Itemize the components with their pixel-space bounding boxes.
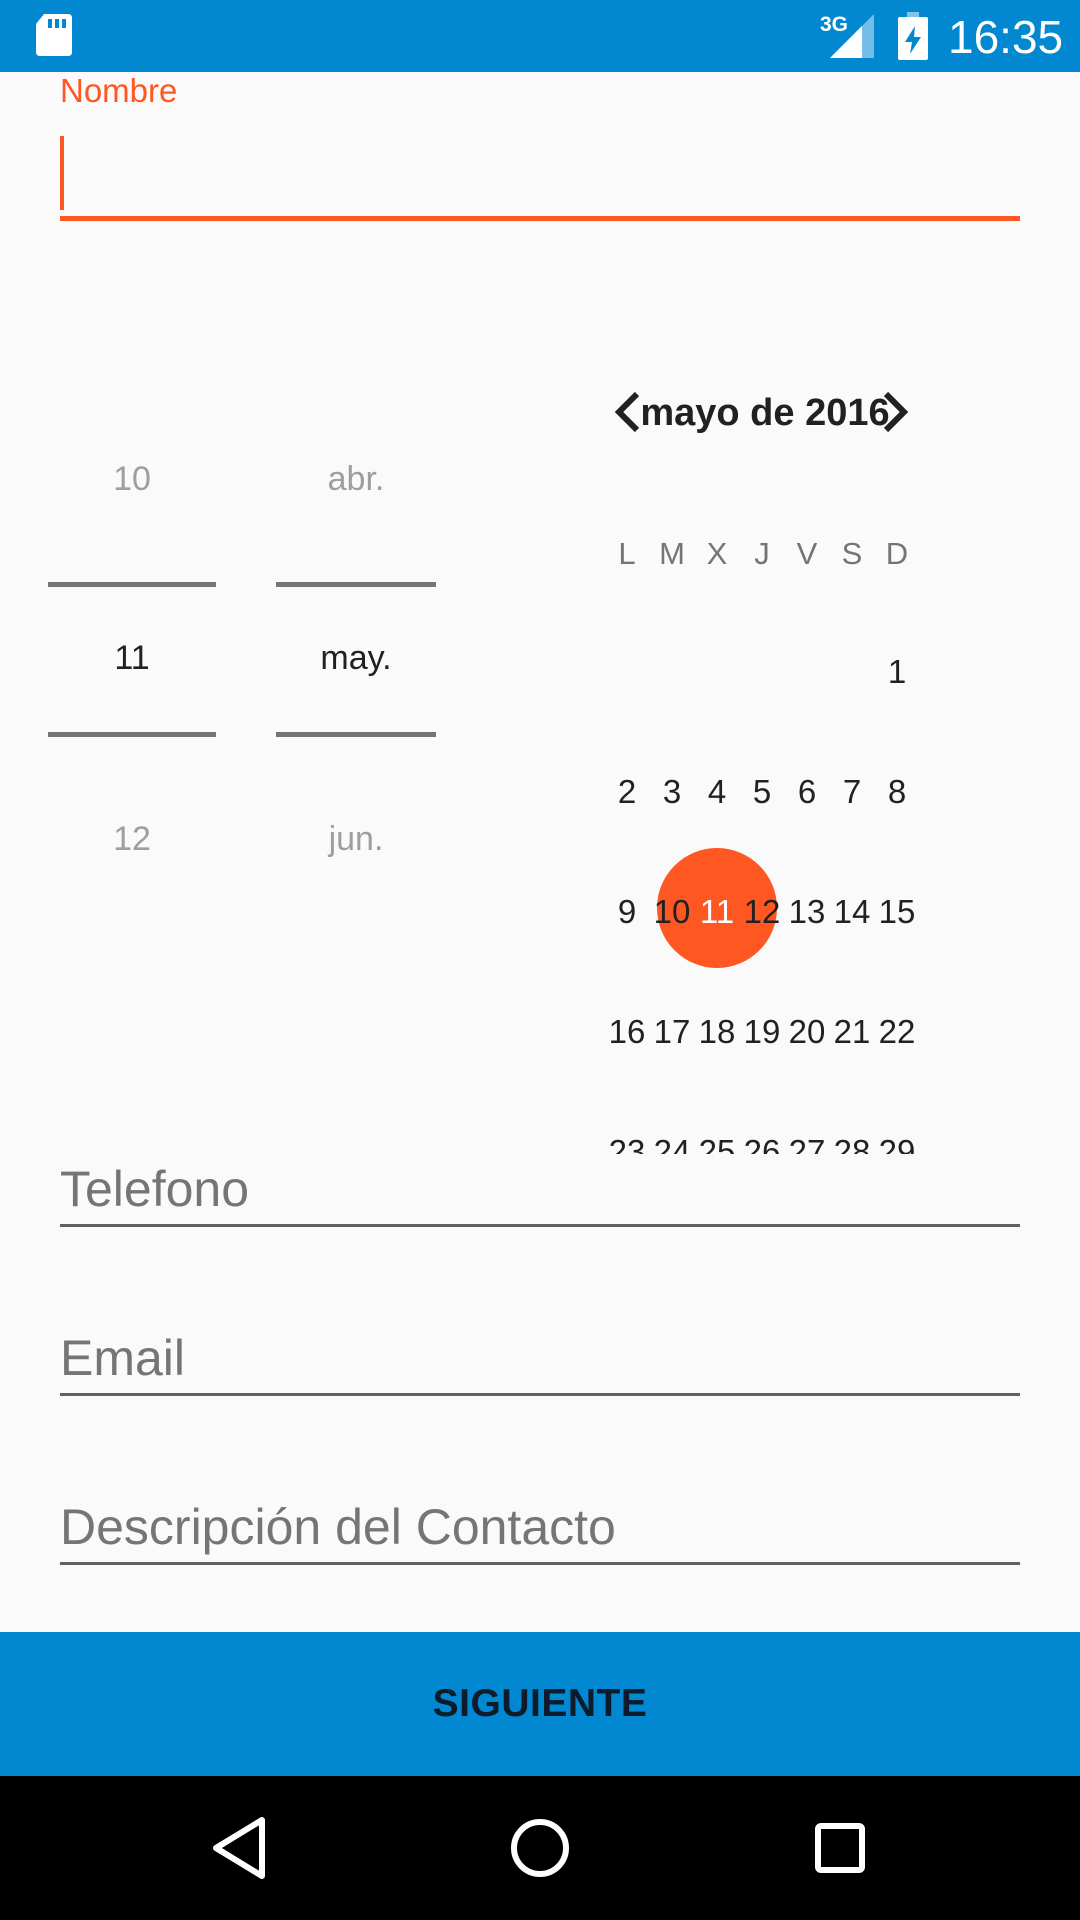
calendar-day[interactable]: 5 (739, 773, 785, 811)
spinner-month-prev[interactable]: abr. (276, 460, 436, 499)
signal-icon (830, 14, 874, 58)
clock: 16:35 (948, 11, 1064, 63)
calendar-day[interactable]: 21 (829, 1013, 875, 1051)
sd-card-icon (36, 14, 72, 56)
navigation-bar (0, 1776, 1080, 1920)
calendar-view: mayo de 2016 L M X J V S D 1 2 3 4 5 6 7 8 9 10 11 12 13 14 1… (600, 372, 930, 1154)
spinner-day-prev[interactable]: 10 (48, 460, 216, 499)
descripcion-field[interactable] (60, 1462, 1020, 1565)
calendar-day[interactable]: 6 (784, 773, 830, 811)
calendar-day[interactable]: 4 (694, 773, 740, 811)
weekday-header: X (706, 536, 728, 571)
spinner-divider (48, 732, 216, 737)
contact-form: Nombre 10 11 12 abr. may. jun. mayo de 2… (0, 72, 1080, 1632)
email-input[interactable] (60, 1329, 1020, 1387)
nombre-input[interactable] (60, 136, 1020, 221)
home-icon[interactable] (502, 1810, 578, 1886)
spinner-day-next[interactable]: 12 (48, 820, 216, 859)
chevron-right-icon[interactable] (880, 390, 910, 434)
weekday-header: S (841, 536, 863, 571)
calendar-day[interactable]: 19 (739, 1013, 785, 1051)
text-cursor (60, 136, 64, 210)
descripcion-input[interactable] (60, 1498, 1020, 1556)
weekday-header: J (754, 536, 770, 571)
spinner-day-selected[interactable]: 11 (48, 639, 216, 678)
nombre-label: Nombre (60, 72, 178, 109)
weekday-header: V (796, 536, 818, 571)
calendar-header: mayo de 2016 (600, 378, 930, 438)
recents-icon[interactable] (802, 1810, 878, 1886)
telefono-input[interactable] (60, 1160, 1020, 1218)
calendar-day[interactable]: 7 (829, 773, 875, 811)
calendar-day[interactable]: 17 (649, 1013, 695, 1051)
weekday-header: M (659, 536, 685, 571)
calendar-day[interactable]: 9 (604, 893, 650, 931)
calendar-day[interactable]: 22 (874, 1013, 920, 1051)
calendar-day[interactable]: 8 (874, 773, 920, 811)
spinner-divider (276, 732, 436, 737)
calendar-day[interactable]: 18 (694, 1013, 740, 1051)
calendar-day[interactable]: 12 (739, 893, 785, 931)
calendar-day-selected[interactable]: 11 (694, 893, 740, 931)
calendar-day[interactable]: 13 (784, 893, 830, 931)
spinner-divider (276, 582, 436, 587)
calendar-day[interactable]: 2 (604, 773, 650, 811)
back-icon[interactable] (202, 1810, 278, 1886)
siguiente-button[interactable]: SIGUIENTE (0, 1632, 1080, 1776)
spinner-divider (48, 582, 216, 587)
calendar-day[interactable]: 15 (874, 893, 920, 931)
spinner-month-next[interactable]: jun. (276, 820, 436, 859)
calendar-day[interactable]: 16 (604, 1013, 650, 1051)
calendar-day[interactable]: 3 (649, 773, 695, 811)
battery-charging-icon (898, 12, 928, 60)
weekday-header: L (618, 536, 636, 571)
calendar-day[interactable]: 10 (649, 893, 695, 931)
spinner-month-selected[interactable]: may. (276, 639, 436, 678)
email-field[interactable] (60, 1293, 1020, 1396)
status-bar: 3G 16:35 (0, 0, 1080, 72)
calendar-day[interactable]: 1 (874, 653, 920, 691)
weekday-header: D (885, 536, 909, 571)
calendar-day[interactable]: 20 (784, 1013, 830, 1051)
chevron-left-icon[interactable] (613, 390, 643, 434)
telefono-field[interactable] (60, 1124, 1020, 1227)
calendar-day[interactable]: 14 (829, 893, 875, 931)
